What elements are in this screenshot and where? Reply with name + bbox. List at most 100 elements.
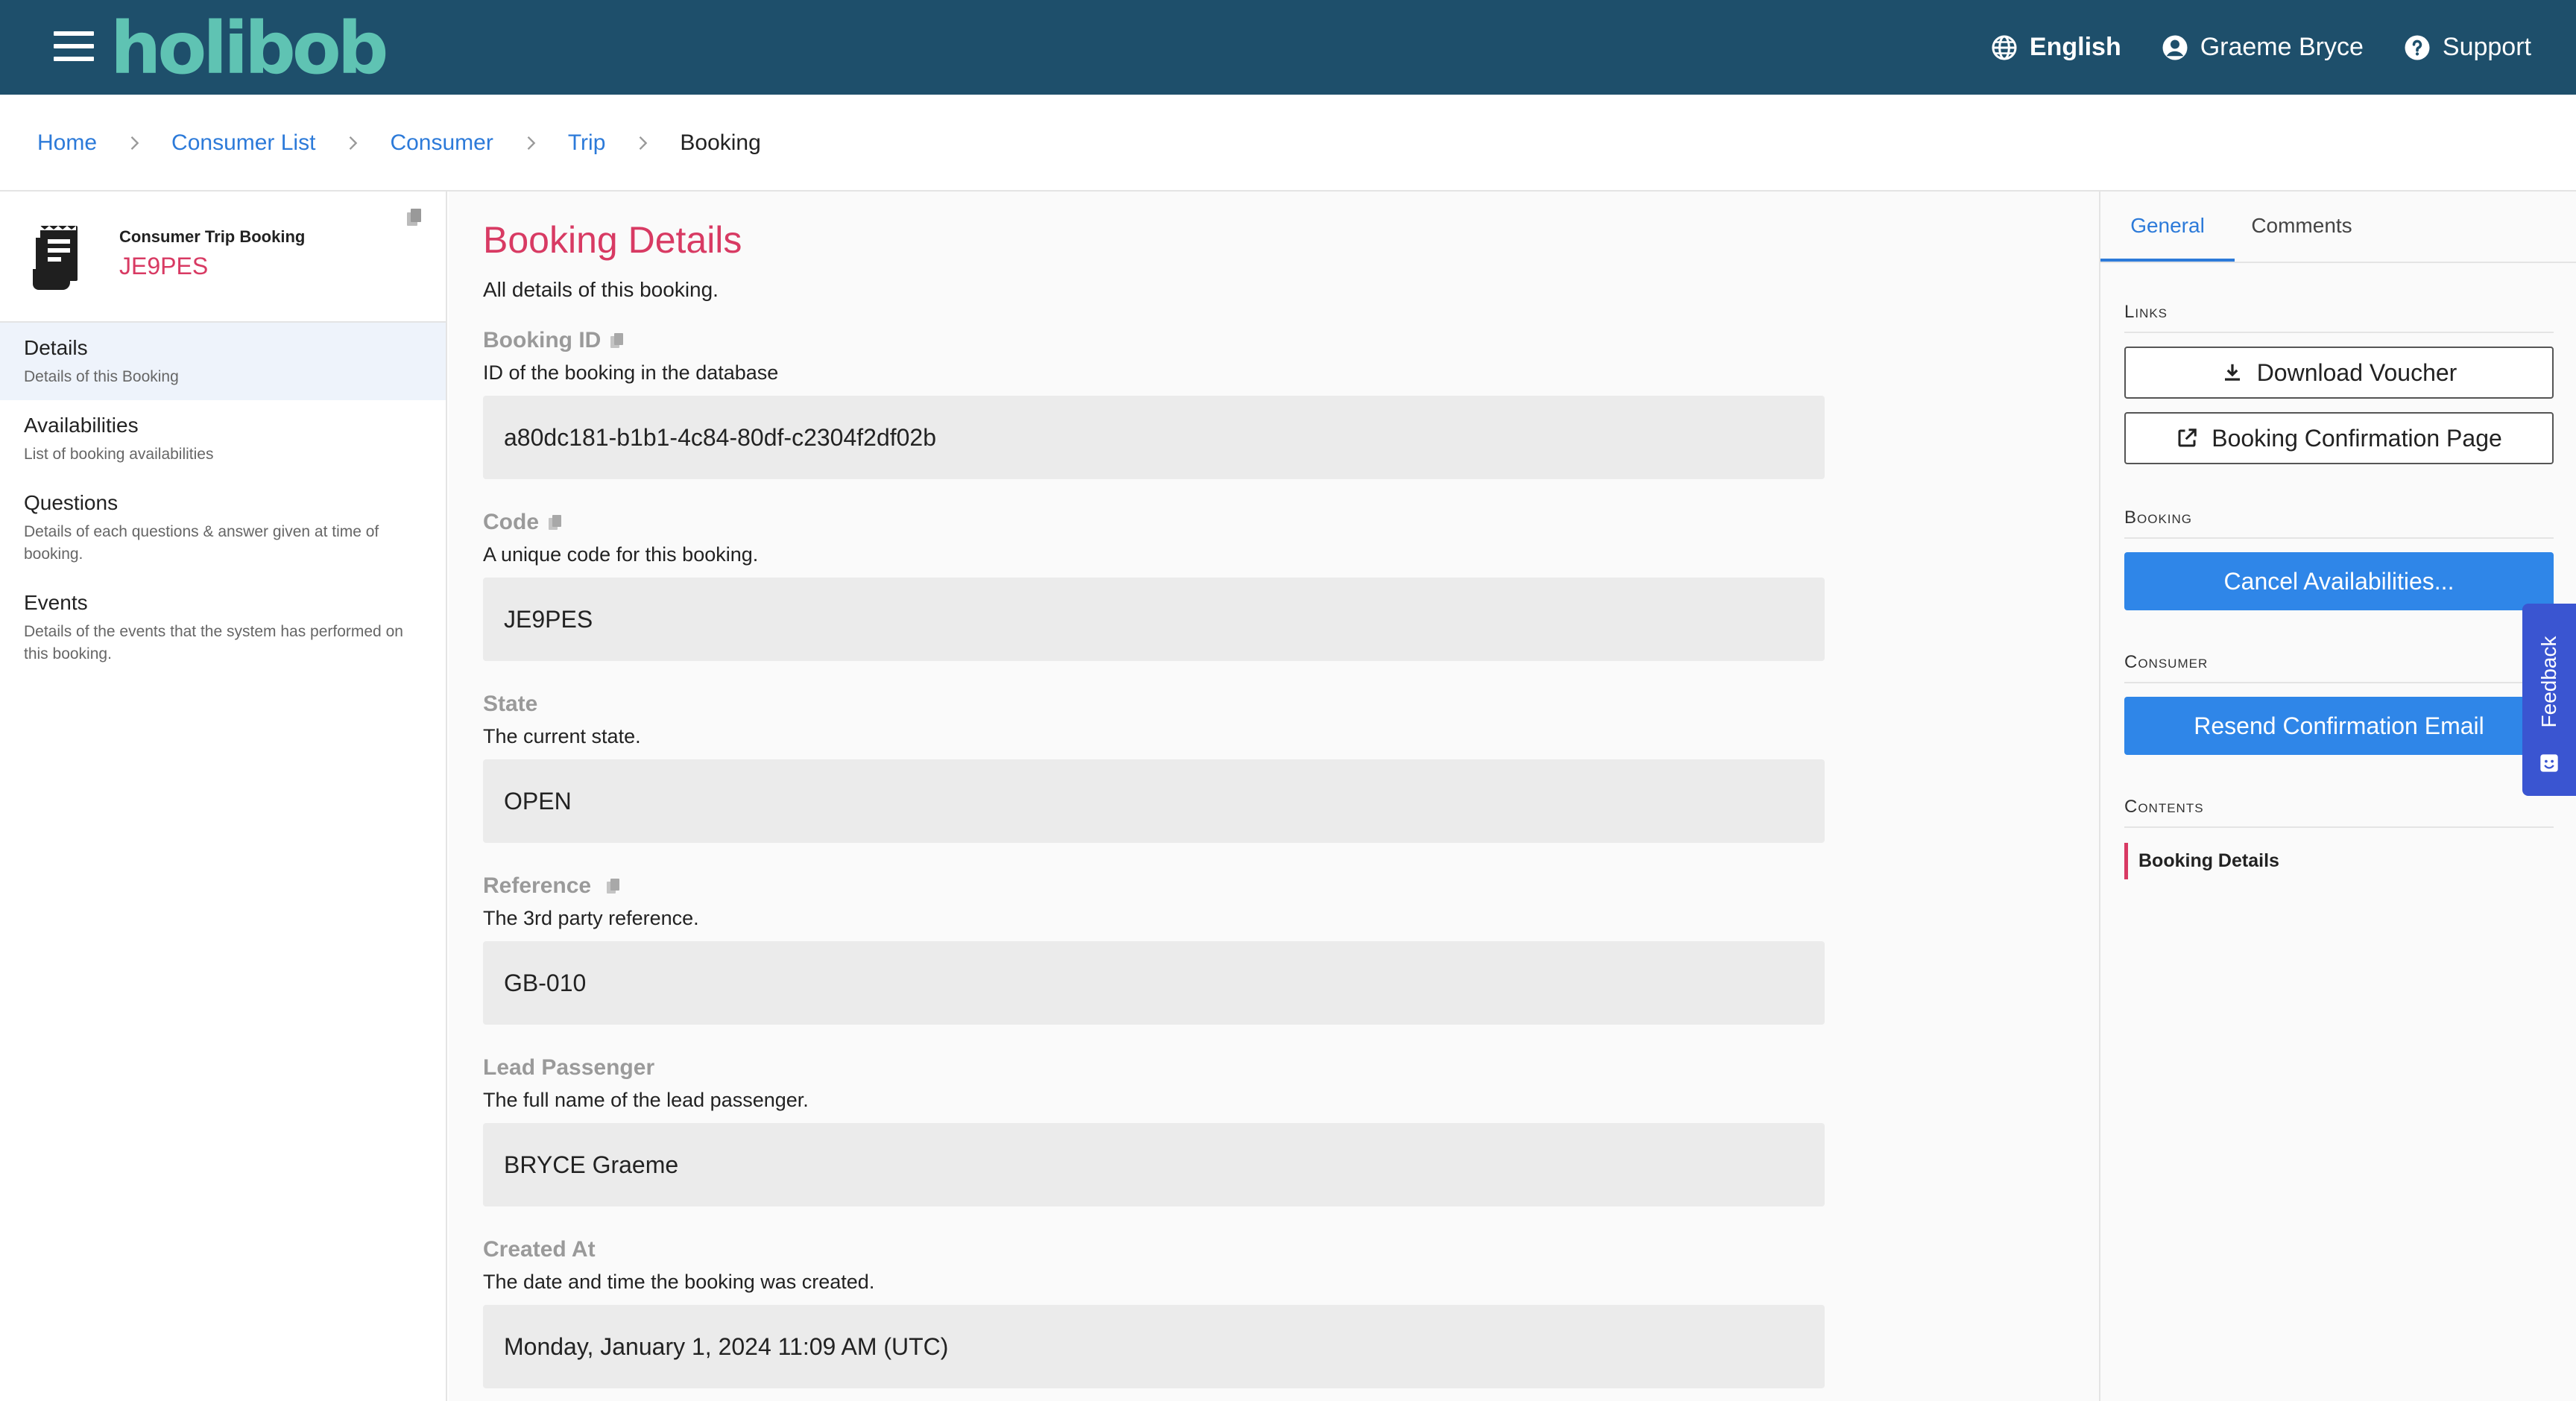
field-label: State: [483, 691, 1825, 718]
smiley-icon: [2540, 754, 2558, 772]
sidebar-item-availabilities[interactable]: Availabilities List of booking availabil…: [0, 400, 446, 478]
field-description: The 3rd party reference.: [483, 907, 699, 929]
brand-logo[interactable]: holibob: [110, 7, 388, 89]
cancel-availabilities-button[interactable]: Cancel Availabilities...: [2124, 552, 2554, 610]
toc-item-booking-details[interactable]: Booking Details: [2124, 843, 2554, 879]
sidebar-item-desc: List of booking availabilities: [24, 446, 214, 463]
breadcrumb-consumer[interactable]: Consumer: [390, 130, 493, 156]
field-booking-id: Booking ID ID of the booking in the data…: [483, 327, 1825, 479]
sidebar-item-desc: Details of this Booking: [24, 368, 179, 385]
download-icon: [2224, 364, 2240, 381]
globe-icon: [1992, 35, 2017, 60]
panel-tabs: General Comments: [2100, 192, 2576, 263]
copy-icon[interactable]: [405, 208, 423, 227]
breadcrumb-home[interactable]: Home: [37, 130, 97, 156]
sidebar-item-desc: Details of each questions & answer given…: [24, 523, 379, 563]
user-menu[interactable]: Graeme Bryce: [2162, 33, 2364, 62]
field-created-at: Created At The date and time the booking…: [483, 1236, 1825, 1388]
field-reference: Reference The 3rd party reference. GB-01…: [483, 873, 1825, 1025]
sidebar-item-title: Availabilities: [24, 414, 139, 437]
sidebar-item-desc: Details of the events that the system ha…: [24, 623, 403, 662]
consumer-section: Consumer Resend Confirmation Email: [2124, 652, 2554, 755]
field-description: The date and time the booking was create…: [483, 1271, 875, 1293]
tab-comments[interactable]: Comments: [2235, 192, 2369, 262]
sidebar-item-events[interactable]: Events Details of the events that the sy…: [0, 578, 446, 677]
copy-icon[interactable]: [606, 878, 621, 894]
language-label: English: [2029, 33, 2121, 61]
resend-confirmation-email-button[interactable]: Resend Confirmation Email: [2124, 697, 2554, 755]
support-label: Support: [2442, 33, 2531, 61]
field-description: The current state.: [483, 725, 641, 747]
page-title: Booking Details: [483, 219, 742, 261]
button-label: Download Voucher: [2256, 358, 2457, 386]
breadcrumb-trip[interactable]: Trip: [568, 130, 606, 156]
download-voucher-button[interactable]: Download Voucher: [2124, 347, 2554, 399]
field-label-text: Code: [483, 510, 539, 534]
links-section: Links Download Voucher Booking Confirmat…: [2124, 302, 2554, 464]
field-label-text: Created At: [483, 1237, 596, 1262]
language-selector[interactable]: English: [1991, 33, 2121, 62]
section-heading: Consumer: [2124, 652, 2554, 683]
booking-section: Booking Cancel Availabilities...: [2124, 507, 2554, 610]
booking-code: JE9PES: [119, 253, 209, 279]
field-label: Lead Passenger: [483, 1054, 1825, 1081]
chevron-right-icon: [350, 136, 358, 150]
field-value: GB-010: [483, 941, 1825, 1025]
sidebar-item-details[interactable]: Details Details of this Booking: [0, 323, 446, 400]
field-lead-passenger: Lead Passenger The full name of the lead…: [483, 1054, 1825, 1206]
field-value: OPEN: [483, 759, 1825, 843]
page-intro: All details of this booking.: [483, 278, 719, 301]
field-code: Code A unique code for this booking. JE9…: [483, 509, 1825, 661]
right-panel: General Comments Links Download Voucher …: [2099, 192, 2576, 1401]
field-value: a80dc181-b1b1-4c84-80df-c2304f2df02b: [483, 396, 1825, 479]
field-description: The full name of the lead passenger.: [483, 1089, 809, 1111]
field-state: State The current state. OPEN: [483, 691, 1825, 843]
field-label-text: Reference: [483, 873, 592, 898]
field-value: BRYCE Graeme: [483, 1123, 1825, 1206]
field-label-text: Booking ID: [483, 328, 602, 352]
record-type: Consumer Trip Booking: [119, 227, 306, 246]
field-value: JE9PES: [483, 578, 1825, 661]
sidebar-item-title: Questions: [24, 491, 119, 514]
sidebar-item-title: Details: [24, 336, 88, 359]
field-label: Created At: [483, 1236, 1825, 1263]
sidebar-header: Consumer Trip Booking JE9PES: [0, 192, 446, 323]
receipt-icon: [33, 226, 78, 290]
support-link[interactable]: Support: [2404, 33, 2531, 62]
field-label: Booking ID: [483, 327, 1825, 354]
user-circle-icon: [2162, 35, 2188, 60]
field-value: Monday, January 1, 2024 11:09 AM (UTC): [483, 1305, 1825, 1388]
section-heading: Booking: [2124, 507, 2554, 539]
chevron-right-icon: [640, 136, 648, 150]
chevron-right-icon: [130, 136, 139, 150]
booking-confirmation-page-button[interactable]: Booking Confirmation Page: [2124, 412, 2554, 464]
external-link-icon: [2178, 428, 2197, 447]
copy-icon[interactable]: [548, 514, 563, 531]
chevron-right-icon: [527, 136, 536, 150]
field-label: Code: [483, 509, 1825, 536]
tab-general[interactable]: General: [2100, 192, 2235, 262]
sidebar-item-questions[interactable]: Questions Details of each questions & an…: [0, 478, 446, 578]
top-nav: English Graeme Bryce Support: [1951, 0, 2531, 95]
section-heading: Links: [2124, 302, 2554, 333]
main-content: Booking Details All details of this book…: [449, 192, 2099, 1401]
top-bar: holibob English Graeme Bryce Support: [0, 0, 2576, 95]
field-label-text: Lead Passenger: [483, 1055, 655, 1080]
feedback-label: Feedback: [2537, 636, 2560, 728]
breadcrumb: Home Consumer List Consumer Trip Booking: [37, 128, 761, 158]
breadcrumb-consumer-list[interactable]: Consumer List: [171, 130, 315, 156]
button-label: Booking Confirmation Page: [2212, 424, 2502, 452]
user-name: Graeme Bryce: [2200, 33, 2364, 61]
field-label: Reference: [483, 873, 1825, 899]
help-circle-icon: [2405, 35, 2430, 60]
field-label-text: State: [483, 692, 538, 716]
feedback-tab[interactable]: Feedback: [2522, 604, 2576, 796]
sidebar-item-title: Events: [24, 591, 88, 614]
field-description: A unique code for this booking.: [483, 543, 759, 566]
hamburger-icon[interactable]: [54, 31, 94, 61]
copy-icon[interactable]: [610, 332, 625, 349]
contents-section: Contents Booking Details: [2124, 797, 2554, 879]
section-heading: Contents: [2124, 797, 2554, 828]
field-description: ID of the booking in the database: [483, 361, 779, 384]
breadcrumb-current: Booking: [680, 130, 761, 155]
